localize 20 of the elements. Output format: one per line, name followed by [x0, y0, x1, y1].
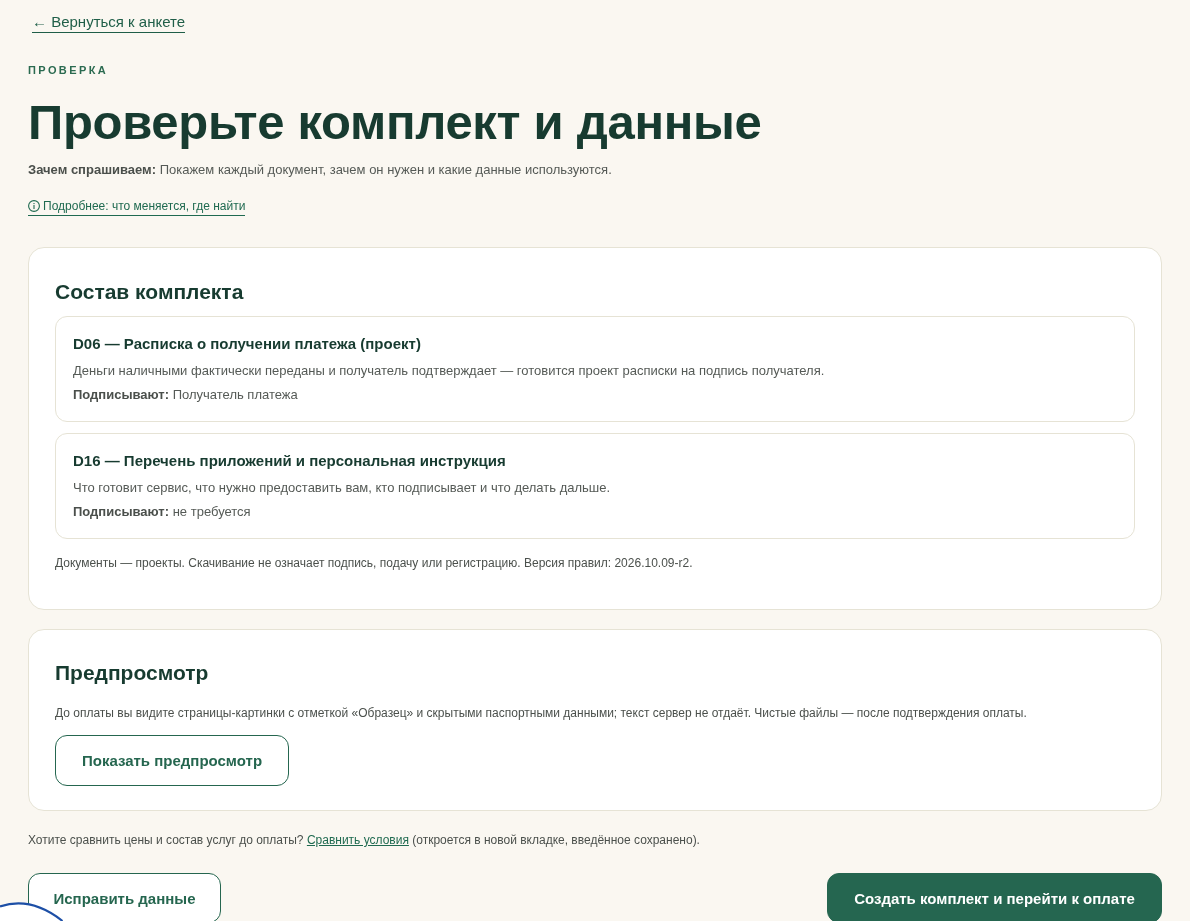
section-label: ПРОВЕРКА — [28, 63, 109, 77]
document-signers: Подписывают: не требуется — [73, 503, 252, 521]
card-heading: Состав комплекта — [55, 279, 245, 305]
card-heading: Предпросмотр — [55, 660, 210, 686]
document-signers: Подписывают: Получатель платежа — [73, 386, 299, 404]
info-link[interactable]: Подробнее: что меняется, где найти — [28, 198, 246, 216]
compare-note: Хотите сравнить цены и состав услуг до оплаты? Сравнить условия (откроется в новой вкладке, введённое сохранено). — [28, 832, 700, 848]
intro-text: Зачем спрашиваем: Покажем каждый документ, зачем он нужен и какие данные используются. — [28, 161, 612, 179]
compare-link[interactable]: Сравнить условия — [306, 833, 409, 847]
page-title: Проверьте комплект и данные — [28, 94, 762, 150]
documents-note: Документы — проекты. Скачивание не означает подпись, подачу или регистрацию. Версия правил: 2026.10.09-r2. — [55, 555, 694, 571]
document-description: Что готовит сервис, что нужно предоставить вам, кто подписывает и что делать дальше. — [73, 479, 612, 497]
info-icon — [28, 200, 40, 212]
create-and-pay-button[interactable]: Создать комплект и перейти к оплате — [827, 873, 1162, 921]
back-link[interactable]: ← Вернуться к анкете — [32, 13, 186, 33]
document-title: D16 — Перечень приложений и персональная инструкция — [73, 451, 507, 471]
document-description: Деньги наличными фактически переданы и получатель подтверждает — готовится проект расписки на подпись получателя. — [73, 362, 826, 380]
document-title: D06 — Расписка о получении платежа (проект) — [73, 334, 422, 354]
preview-description: До оплаты вы видите страницы-картинки с отметкой «Образец» и скрытыми паспортными данными; текст сервер не отдаёт. Чистые файлы — после подтверждения оплаты. — [55, 705, 1028, 721]
show-preview-button[interactable]: Показать предпросмотр — [55, 735, 289, 786]
